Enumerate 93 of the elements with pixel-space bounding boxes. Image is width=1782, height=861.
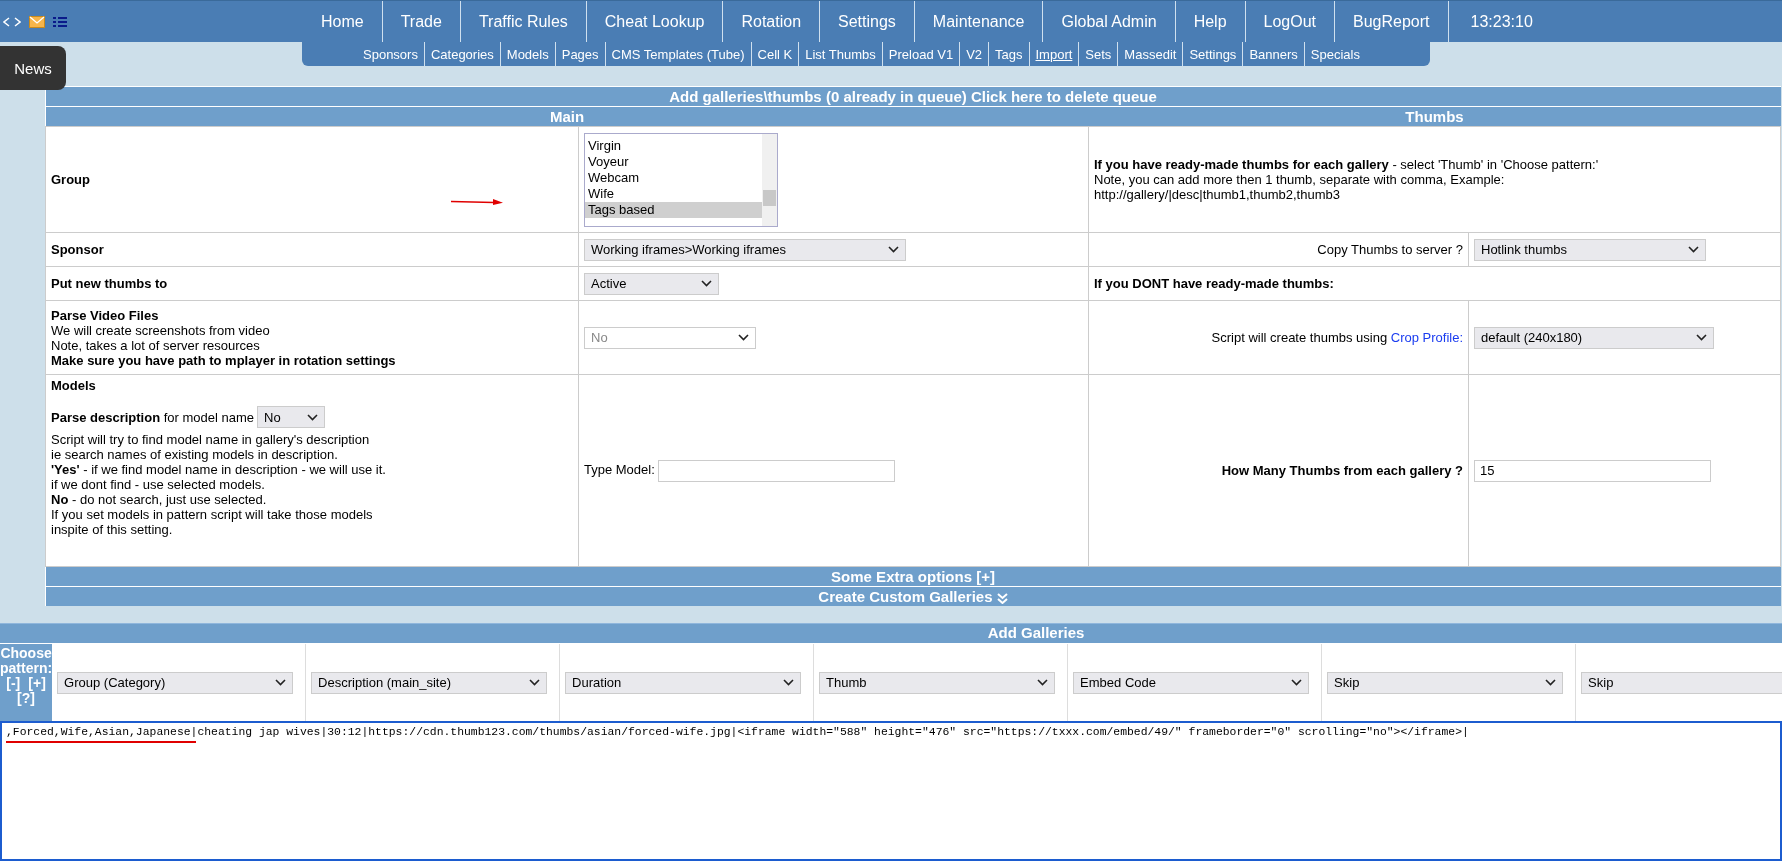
chevron-down-icon (307, 413, 319, 421)
custom-galleries-toggle[interactable]: Create Custom Galleries (45, 586, 1781, 606)
subnav-link[interactable]: V2 (960, 42, 990, 66)
info-text: Note, you can add more then 1 thumb, separate with comma, Example: (1094, 172, 1506, 187)
double-chevron-icon (996, 592, 1008, 604)
sponsor-select[interactable]: Working iframes>Working iframes (584, 238, 906, 261)
pattern-select[interactable]: Group (Category) (57, 671, 294, 694)
help-text: 'Yes' - if we find model name in description - we will use it. (51, 462, 387, 477)
info-text: If you have ready-made thumbs for each gallery - select 'Thumb' in 'Choose pattern:' (1094, 157, 1600, 172)
pattern-select[interactable]: Duration (565, 671, 802, 694)
warning-text: Make sure you have path to mplayer in rotation settings (51, 352, 397, 368)
subnav-link[interactable]: Categories (424, 42, 501, 66)
status-select[interactable]: Active (584, 272, 719, 295)
list-icon[interactable] (53, 15, 67, 28)
pattern-select[interactable]: Skip (1581, 671, 1782, 694)
chevron-down-icon (1696, 334, 1707, 341)
section-header: Main (45, 106, 1089, 127)
subnav-link[interactable]: Models (500, 42, 556, 66)
chevron-down-icon (1545, 679, 1557, 686)
section-header: Add Galleries (0, 623, 1782, 643)
subnav-link[interactable]: Cell K (751, 42, 800, 66)
help-text: If you set models in pattern script will take those models (51, 507, 374, 522)
info-text: http://gallery/|desc|thumb1,thumb2,thumb3 (1094, 187, 1341, 202)
list-option[interactable]: Tags based (585, 201, 762, 218)
chevron-down-icon (1688, 246, 1699, 253)
pattern-select[interactable]: Description (main_site) (311, 671, 548, 694)
nav-link[interactable]: Home (303, 1, 382, 42)
choose-pattern-label: Choose pattern: (0, 646, 53, 676)
help-text: if we dont find - use selected models. (51, 477, 266, 492)
chevron-down-icon (888, 246, 899, 253)
subnav-link[interactable]: Massedit (1118, 42, 1184, 66)
chevron-down-icon (529, 679, 541, 686)
subnav-link[interactable]: Import (1029, 42, 1080, 66)
pattern-select[interactable]: Embed Code (1073, 671, 1310, 694)
pattern-link[interactable]: [+] (28, 676, 46, 691)
copy-thumbs-select[interactable]: Hotlink thumbs (1474, 238, 1706, 261)
field-label: Group (51, 172, 90, 187)
form-title[interactable]: Add galleries\thumbs (0 already in queue) Click here to delete queue (45, 86, 1781, 107)
subnav-link[interactable]: Preload V1 (882, 42, 961, 66)
group-listbox[interactable]: Virgin Voyeur Webcam Wife Tags based (584, 132, 778, 227)
chevron-down-icon (783, 679, 795, 686)
pattern-link[interactable]: [?] (17, 691, 35, 706)
help-text: Note, takes a lot of server resources (51, 337, 261, 353)
help-text: inspite of this setting. (51, 522, 174, 537)
field-label: Sponsor (51, 242, 104, 257)
chevron-down-icon (1037, 679, 1049, 686)
chevron-down-icon (701, 280, 712, 287)
crop-profile-link[interactable]: Crop Profile: (1390, 330, 1463, 345)
help-text: ie search names of existing models in description. (51, 447, 339, 462)
chevron-down-icon (1291, 679, 1303, 686)
crop-profile-select[interactable]: default (240x180) (1474, 326, 1714, 349)
subnav-link[interactable]: Sponsors (357, 42, 425, 66)
annotation-arrow (450, 197, 504, 207)
model-input[interactable] (658, 459, 896, 482)
field-label: Models (51, 378, 97, 393)
help-text: We will create screenshots from video (51, 322, 271, 338)
section-heading: If you DONT have ready-made thumbs: (1094, 276, 1334, 291)
chevron-down-icon (738, 334, 749, 341)
field-label: Type Model: (584, 461, 655, 477)
field-label: Parse description for model name (51, 409, 255, 425)
help-text: Script will try to find model name in gallery's description (51, 432, 371, 447)
chevron-down-icon (275, 679, 287, 686)
help-text: No - do not search, just use selected. (51, 492, 268, 507)
import-text-area[interactable]: ,Forced,Wife,Asian,Japanese|cheating jap wives|30:12|https://cdn.thumb123.com/thumbs/asian/forced-wife.jpg|<iframe width="588" height="476" src="https://txxx.com/embed/49/" frameborder="0" scrolling="no"></iframe>| (0, 721, 1782, 861)
pattern-select[interactable]: Skip (1327, 671, 1564, 694)
subnav-link[interactable]: Specials (1304, 42, 1430, 66)
subnav-link[interactable]: Tags (989, 42, 1030, 66)
pattern-link[interactable]: [-] (6, 676, 21, 691)
subnav-link[interactable]: Banners (1243, 42, 1305, 66)
subnav-link[interactable]: CMS Templates (Tube) (605, 42, 752, 66)
scrollbar[interactable] (762, 133, 777, 226)
section-header: Thumbs (1088, 106, 1781, 127)
subnav-link[interactable]: Pages (555, 42, 606, 66)
subnav-link[interactable]: Sets (1079, 42, 1119, 66)
crop-profile-text: Script will create thumbs using Crop Profile: (1211, 330, 1463, 345)
subnav-link[interactable]: List Thumbs (799, 42, 883, 66)
list-option[interactable]: Virgin (585, 137, 762, 154)
pattern-select[interactable]: Thumb (819, 671, 1056, 694)
extra-options-toggle[interactable]: Some Extra options [+] (45, 566, 1781, 587)
field-label: Copy Thumbs to server ? (1317, 242, 1463, 257)
field-label: How Many Thumbs from each gallery ? (1221, 463, 1463, 478)
list-option[interactable]: Wife (585, 185, 762, 202)
field-label: Put new thumbs to (51, 276, 168, 291)
field-label: Parse Video Files (51, 307, 160, 323)
list-option[interactable]: Voyeur (585, 153, 762, 170)
envelope-icon[interactable] (29, 15, 45, 28)
parse-description-select[interactable]: No (257, 406, 326, 428)
code-icon[interactable] (3, 16, 21, 27)
thumbs-count-input[interactable]: 15 (1474, 459, 1711, 482)
list-option[interactable]: Webcam (585, 169, 762, 186)
news-button[interactable]: News (0, 46, 66, 90)
subnav-link[interactable]: Settings (1183, 42, 1244, 66)
clock: 13:23:10 (1447, 1, 1555, 42)
